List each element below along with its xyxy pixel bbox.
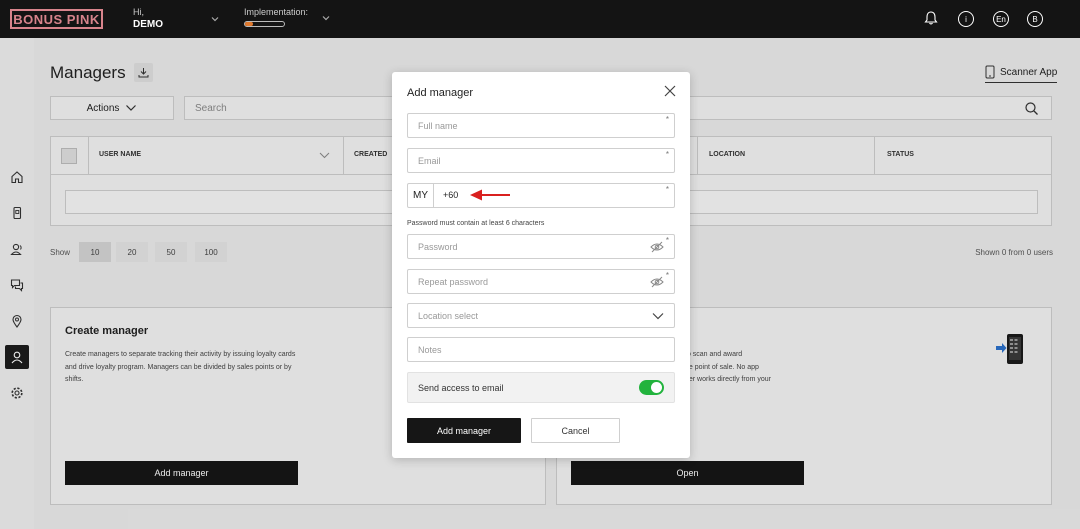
implementation-progress-fill: [245, 22, 253, 26]
notes-placeholder: Notes: [418, 345, 442, 355]
implementation-label: Implementation:: [244, 7, 309, 17]
close-icon[interactable]: [664, 85, 676, 97]
email-placeholder: Email: [418, 156, 441, 166]
send-access-toggle[interactable]: [639, 380, 664, 395]
brand-logo[interactable]: BONUS PINK: [10, 9, 103, 29]
eye-off-icon[interactable]: [650, 241, 664, 253]
password-placeholder: Password: [418, 242, 458, 252]
send-access-row: Send access to email: [407, 372, 675, 403]
full-name-placeholder: Full name: [418, 121, 458, 131]
email-field[interactable]: Email *: [407, 148, 675, 173]
info-icon[interactable]: i: [958, 11, 974, 27]
greeting: Hi,: [133, 7, 144, 17]
red-annotation-arrow-icon: [470, 189, 510, 201]
location-placeholder: Location select: [418, 311, 479, 321]
bell-icon[interactable]: [923, 10, 939, 26]
implementation-chevron-down-icon[interactable]: [320, 12, 332, 24]
full-name-field[interactable]: Full name *: [407, 113, 675, 138]
location-select[interactable]: Location select: [407, 303, 675, 328]
phone-field[interactable]: MY +60 *: [407, 183, 675, 208]
required-mark: *: [665, 115, 669, 124]
add-manager-dialog: Add manager Full name * Email * MY +60 *…: [392, 72, 690, 458]
required-mark: *: [665, 185, 669, 194]
implementation-progress-bar: [244, 21, 285, 27]
password-hint: Password must contain at least 6 charact…: [407, 220, 545, 227]
toggle-knob: [651, 382, 662, 393]
language-switch[interactable]: En: [993, 11, 1009, 27]
required-mark: *: [665, 271, 669, 280]
avatar[interactable]: B: [1027, 11, 1043, 27]
cancel-button[interactable]: Cancel: [531, 418, 620, 443]
password-field[interactable]: Password *: [407, 234, 675, 259]
eye-off-icon[interactable]: [650, 276, 664, 288]
notes-field[interactable]: Notes: [407, 337, 675, 362]
chevron-down-icon: [652, 313, 664, 320]
repeat-password-field[interactable]: Repeat password *: [407, 269, 675, 294]
country-code-select[interactable]: MY: [408, 184, 434, 207]
add-manager-button[interactable]: Add manager: [407, 418, 521, 443]
top-bar: BONUS PINK Hi, DEMO Implementation: i En…: [0, 0, 1080, 38]
send-access-label: Send access to email: [418, 383, 504, 393]
dial-code: +60: [443, 190, 459, 200]
repeat-password-placeholder: Repeat password: [418, 277, 489, 287]
required-mark: *: [665, 236, 669, 245]
account-chevron-down-icon[interactable]: [209, 13, 221, 25]
required-mark: *: [665, 150, 669, 159]
dialog-title: Add manager: [407, 87, 474, 99]
user-name[interactable]: DEMO: [133, 19, 163, 30]
